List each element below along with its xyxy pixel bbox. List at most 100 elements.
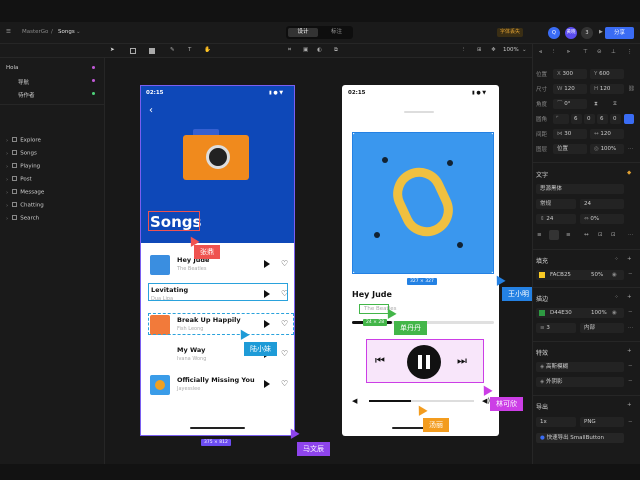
layer-item[interactable]: 待作者 [18,91,35,99]
minus-icon[interactable]: − [628,309,633,316]
line-height-field[interactable]: ⇕ 24 [536,214,576,224]
align-bottom-icon[interactable]: ⊥ [611,49,616,56]
menu-icon[interactable]: ☰ [6,29,11,36]
align-left-icon[interactable]: ⫷ [539,49,542,56]
page-item-search[interactable]: › Search [6,215,39,222]
page-item-playing[interactable]: › Playing [6,163,40,170]
font-family-select[interactable]: 思源黑体 [536,184,624,194]
plus-icon[interactable]: + [627,348,632,355]
plus-icon[interactable]: + [627,256,632,263]
independent-corners-toggle[interactable] [624,114,634,124]
play-icon[interactable] [264,380,270,388]
text-align-left-icon[interactable]: ≡ [537,232,542,239]
auto-width-icon[interactable]: ↔ [584,232,589,239]
stroke-width-field[interactable]: ≡ 3 [536,323,576,333]
collaborator-count[interactable]: 3 [581,27,593,39]
radius-field[interactable]: 6 [571,114,582,124]
align-top-icon[interactable]: ⊤ [583,49,588,56]
layer-item[interactable]: Hola [6,65,18,71]
grid-icon[interactable]: ⁘ [614,294,619,301]
page-item-post[interactable]: › Post [6,176,32,183]
eye-icon[interactable]: ◉ [612,270,617,280]
stroke-color-field[interactable]: D44E30 100% ◉ [536,308,624,318]
flip-vertical-icon[interactable]: ⧖ [613,101,617,108]
more-icon[interactable]: ⋯ [628,232,634,239]
next-icon[interactable]: ⏭ [457,354,467,368]
crop-icon[interactable]: ⌗ [288,47,291,54]
avatar[interactable]: Q [548,27,560,39]
component-icon[interactable]: ❖ [491,47,496,54]
pause-button[interactable] [407,345,441,379]
share-button[interactable]: 分享 [605,27,634,39]
align-middle-icon[interactable]: ⊝ [597,49,602,56]
page-item-message[interactable]: › Message [6,189,44,196]
boolean-icon[interactable]: ⧉ [334,47,338,54]
list-item[interactable]: Levitating Dua Lipa ♡ [140,281,295,309]
fixed-size-icon[interactable]: ⊡ [611,232,616,239]
canvas[interactable]: 02:15 ▮ ● ▼ ‹ Songs Hey Jude The Beatles… [105,58,535,464]
minus-icon[interactable]: − [628,271,633,278]
back-arrow-icon[interactable]: ‹ [149,105,153,116]
play-icon[interactable] [264,260,270,268]
minus-icon[interactable]: − [628,363,633,370]
rectangle-tool-icon[interactable] [149,48,155,54]
y-field[interactable]: Y 600 [590,69,624,79]
align-right-icon[interactable]: ⫸ [567,49,570,56]
radius-field[interactable]: 0 [610,114,621,124]
stroke-position-select[interactable]: 内部 [580,323,624,333]
opacity-field[interactable]: ◎ 100% [590,144,624,154]
fill-color-field[interactable]: FACB25 50% ◉ [536,270,624,280]
grid-icon[interactable]: ⁘ [614,256,619,263]
letter-spacing-field[interactable]: ⇔ 0% [580,214,624,224]
auto-height-icon[interactable]: ⊡ [598,232,603,239]
more-icon[interactable]: ⋯ [628,146,634,153]
heart-icon[interactable]: ♡ [281,379,288,388]
more-icon[interactable]: ⋯ [628,325,634,332]
tab-design[interactable]: 设计 [288,28,318,37]
plus-icon[interactable]: + [627,294,632,301]
rotation-field[interactable]: ⌒ 0° [553,99,587,109]
drag-handle[interactable] [404,111,434,113]
tab-annotate[interactable]: 标注 [322,28,351,37]
align-center-icon[interactable]: ⫶ [553,49,554,56]
phone-frame-songs[interactable]: 02:15 ▮ ● ▼ ‹ Songs Hey Jude The Beatles… [140,85,295,436]
effect-shadow[interactable]: ◈ 外阴影 [536,377,624,387]
align-icon[interactable]: ⫶ [463,47,464,54]
blend-select[interactable]: 位置 [553,144,587,154]
previous-icon[interactable]: ⏮ [375,354,385,368]
plus-icon[interactable]: + [627,402,632,409]
file-name[interactable]: Songs [58,29,75,36]
text-align-center-icon[interactable] [549,230,559,240]
distribute-icon[interactable]: ⋮ [627,49,633,56]
text-tool-icon[interactable]: T [188,47,191,54]
move-tool-icon[interactable]: ➤ [110,47,115,54]
text-align-right-icon[interactable]: ≡ [566,232,571,239]
eye-icon[interactable]: ◉ [612,308,617,318]
page-item-songs[interactable]: › Songs [6,150,37,157]
heart-icon[interactable]: ♡ [281,259,288,268]
minus-icon[interactable]: − [628,419,633,426]
chevron-down-icon[interactable]: ⌄ [76,29,81,36]
flip-horizontal-icon[interactable]: ⧗ [594,101,598,108]
grid-icon[interactable]: ⊞ [477,47,482,54]
x-field[interactable]: X 300 [553,69,587,79]
play-icon[interactable]: ▶ [599,29,603,36]
page-item-explore[interactable]: › Explore [6,137,41,144]
layout-icon[interactable]: ▣ [303,47,308,54]
effect-blur[interactable]: ◈ 高斯模糊 [536,362,624,372]
mask-icon[interactable]: ◐ [317,47,322,54]
font-missing-badge[interactable]: 字体丢失 [497,28,524,37]
warning-icon[interactable]: ◆ [627,170,631,177]
font-weight-select[interactable]: 常规 [536,199,576,209]
radius-field[interactable]: ⌜ [553,114,569,124]
zoom-level[interactable]: 100% [503,47,519,54]
chevron-down-icon[interactable]: ⌄ [522,47,527,54]
minus-icon[interactable]: − [628,378,633,385]
page-item-chatting[interactable]: › Chatting [6,202,44,209]
phone-frame-playing[interactable]: 02:15 ▮ ● ▼ Hey Jude The Beatles ⏮ ⏭ ◀ ◀… [342,85,499,436]
list-item[interactable]: Officially Missing You Jayesslee ♡ [140,371,295,399]
font-size-select[interactable]: 24 [580,199,624,209]
list-item[interactable]: Break Up Happily Fish Leong ♡ [140,311,295,339]
radius-field[interactable]: 6 [597,114,608,124]
width-field[interactable]: ↔ 120 [590,129,624,139]
